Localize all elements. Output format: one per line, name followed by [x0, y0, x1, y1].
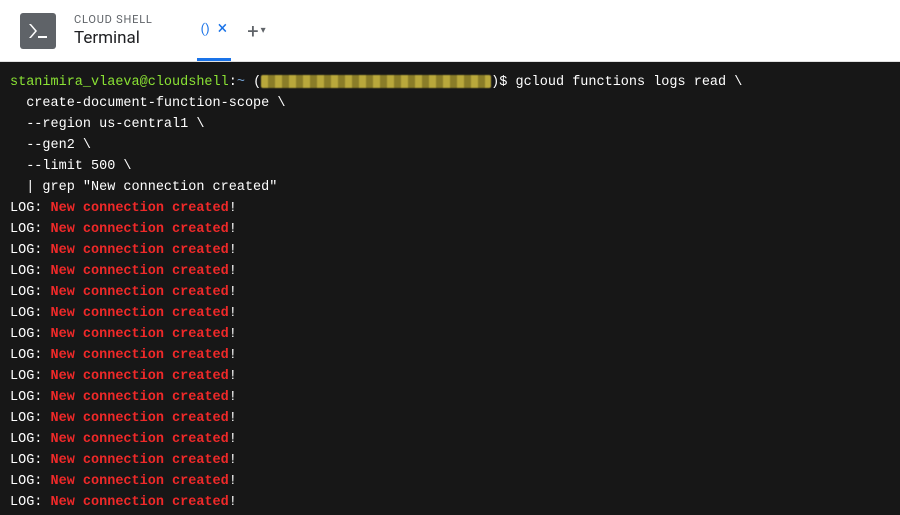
header: CLOUD SHELL Terminal () × + ▾: [0, 0, 900, 62]
header-eyebrow: CLOUD SHELL: [74, 13, 153, 26]
page-title: Terminal: [74, 28, 153, 48]
plus-icon: +: [247, 19, 258, 43]
chevron-down-icon: ▾: [261, 25, 266, 36]
terminal-prompt-icon: [26, 19, 50, 43]
tab-active[interactable]: () ×: [197, 0, 232, 61]
terminal[interactable]: stanimira_vlaeva@cloudshell:~ ()$ gcloud…: [0, 62, 900, 515]
tab-label: (): [201, 22, 210, 37]
close-icon[interactable]: ×: [218, 20, 228, 38]
title-block: CLOUD SHELL Terminal: [74, 13, 153, 48]
project-id-redacted: [261, 75, 491, 88]
tab-bar: () × + ▾: [197, 0, 272, 61]
cloud-shell-icon: [20, 13, 56, 49]
add-tab-button[interactable]: + ▾: [241, 19, 271, 43]
